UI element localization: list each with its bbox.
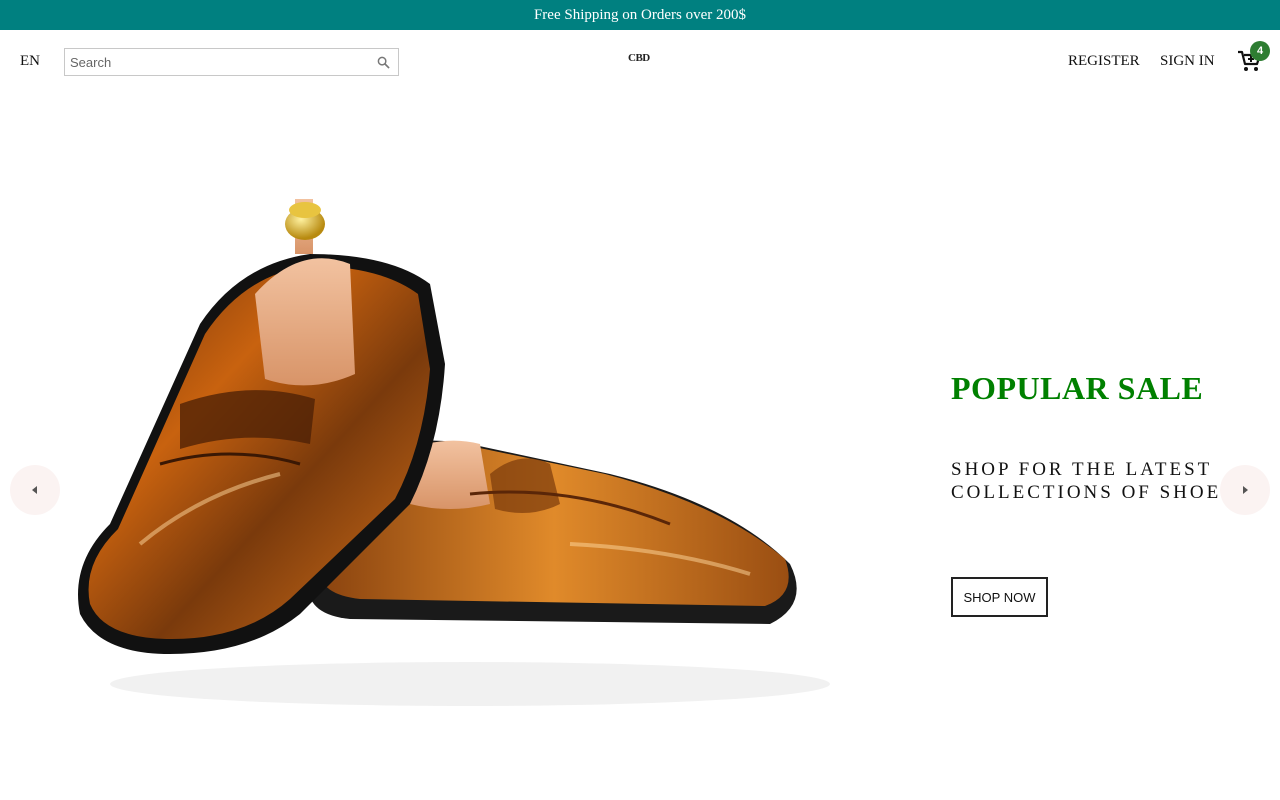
promo-text: Free Shipping on Orders over 200$ — [533, 6, 747, 23]
language-selector[interactable]: EN — [20, 53, 40, 70]
slider-next-button[interactable] — [1220, 465, 1270, 515]
promo-bar: Free Shipping on Orders over 200$ — [0, 0, 1280, 30]
chevron-left-icon — [32, 486, 37, 494]
chevron-right-icon — [1243, 486, 1248, 494]
signin-link[interactable]: SIGN IN — [1160, 53, 1215, 70]
search-box — [64, 48, 399, 76]
shop-now-button[interactable]: SHOP NOW — [951, 577, 1048, 617]
site-header: EN CBD REGISTER SIGN IN 4 — [0, 30, 1280, 94]
hero-slider: POPULAR SALE SHOP FOR THE LATEST COLLECT… — [0, 94, 1280, 800]
site-logo[interactable]: CBD — [628, 52, 650, 64]
search-icon[interactable] — [377, 56, 390, 69]
register-link[interactable]: REGISTER — [1068, 53, 1140, 70]
hero-title: POPULAR SALE — [951, 370, 1204, 406]
hero-shoes-image — [78, 199, 830, 706]
hero-subtitle: SHOP FOR THE LATEST COLLECTIONS OF SHOES — [951, 459, 1235, 503]
search-input[interactable] — [65, 49, 365, 75]
cart-count-badge: 4 — [1250, 41, 1270, 61]
